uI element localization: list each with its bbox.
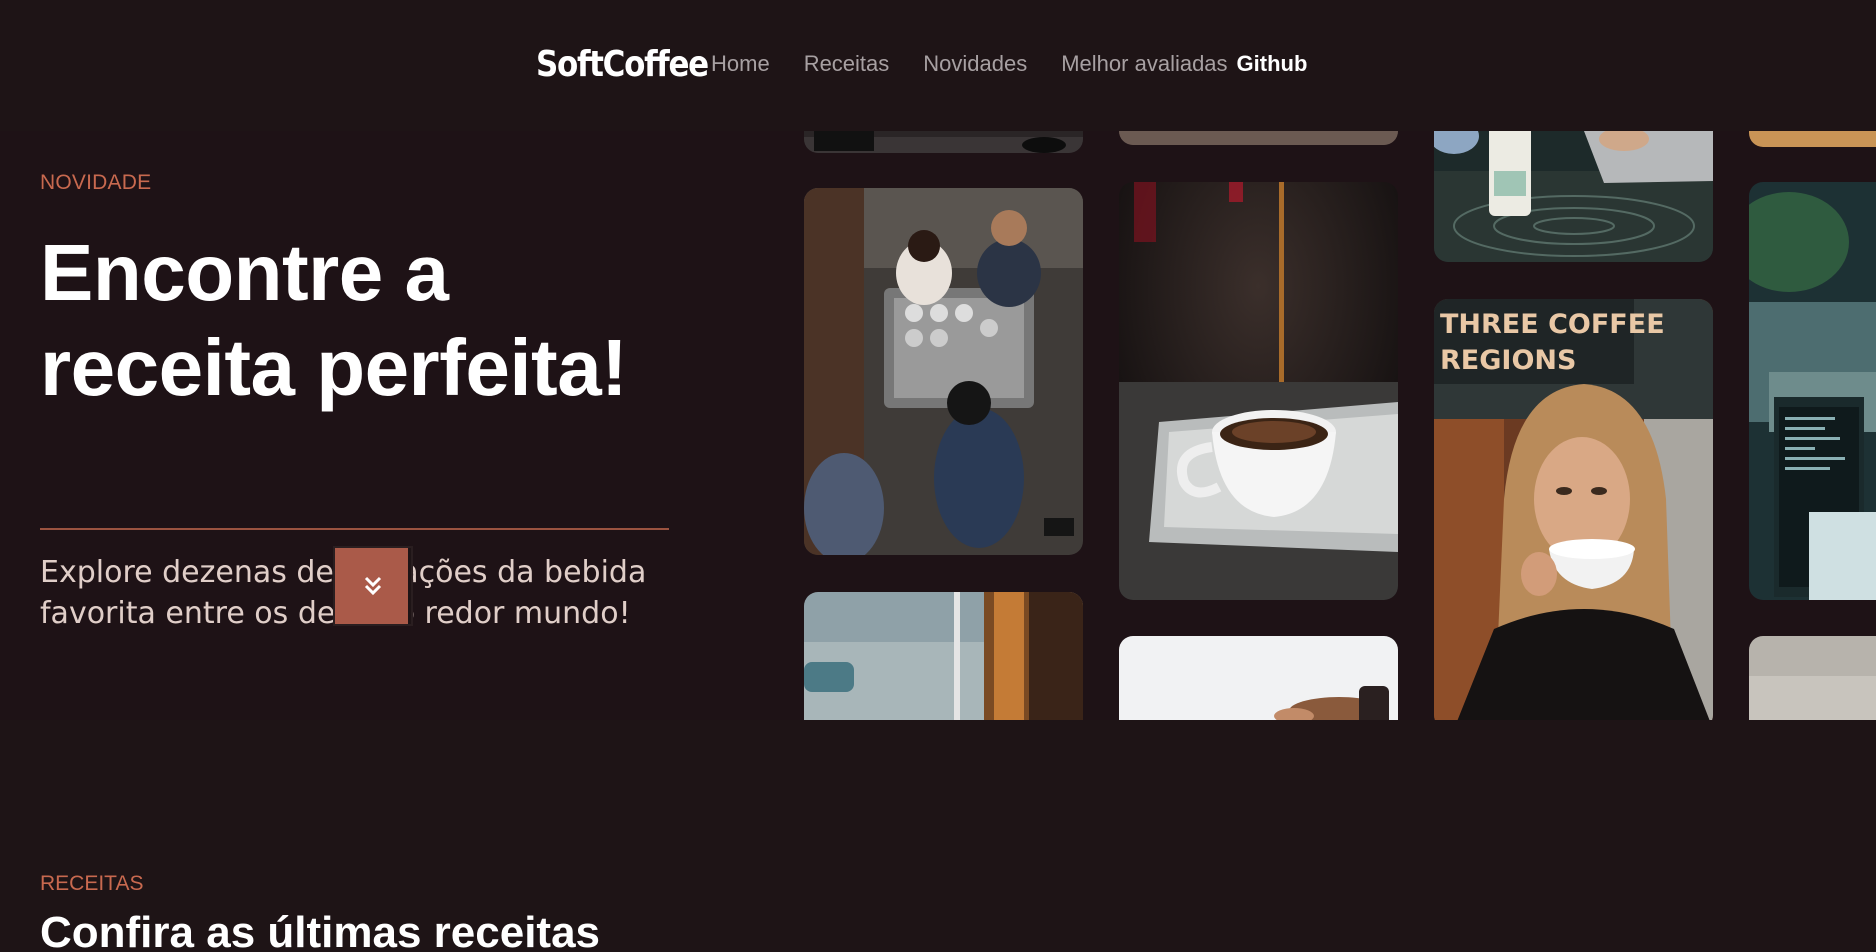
main-nav: SoftCoffee Home Receitas Novidades Melho… xyxy=(536,44,1308,85)
svg-text:THREE COFFEE: THREE COFFEE xyxy=(1440,309,1665,340)
chevrons-down-icon xyxy=(364,576,382,596)
hero-divider xyxy=(40,528,669,530)
site-header: SoftCoffee Home Receitas Novidades Melho… xyxy=(0,0,1876,131)
image-gallery: THREE COFFEE REGIONS xyxy=(804,131,1876,720)
site-logo[interactable]: SoftCoffee xyxy=(536,44,709,85)
gallery-image-cafe-window[interactable] xyxy=(804,592,1083,720)
gallery-image-top-4[interactable] xyxy=(1749,131,1876,147)
nav-link-receitas[interactable]: Receitas xyxy=(804,51,890,77)
recipes-eyebrow: RECEITAS xyxy=(40,872,144,895)
nav-link-home[interactable]: Home xyxy=(711,51,770,77)
nav-link-novidades[interactable]: Novidades xyxy=(923,51,1027,77)
gallery-image-top-1[interactable] xyxy=(804,131,1083,153)
gallery-image-coffee-pour[interactable] xyxy=(1119,182,1398,600)
hero-eyebrow: NOVIDADE xyxy=(40,171,152,194)
gallery-image-baristas[interactable] xyxy=(804,188,1083,555)
scroll-down-button[interactable] xyxy=(333,546,413,626)
hero-title: Encontre a receita perfeita! xyxy=(40,228,628,412)
svg-text:REGIONS: REGIONS xyxy=(1440,345,1576,376)
nav-link-melhor-avaliadas[interactable]: Melhor avaliadas xyxy=(1061,51,1227,77)
gallery-image-woman-drinking[interactable]: THREE COFFEE REGIONS xyxy=(1434,299,1713,720)
gallery-image-top-2[interactable] xyxy=(1119,131,1398,145)
gallery-image-laptop-coffee[interactable] xyxy=(1434,131,1713,262)
gallery-image-bottom-4[interactable] xyxy=(1749,636,1876,720)
hero-section: NOVIDADE Encontre a receita perfeita! Ex… xyxy=(0,131,1876,720)
recipes-section-title: Confira as últimas receitas xyxy=(40,908,601,952)
gallery-image-developer-desk[interactable] xyxy=(1749,182,1876,600)
nav-link-github[interactable]: Github xyxy=(1237,51,1308,77)
gallery-image-hands-coffee[interactable] xyxy=(1119,636,1398,720)
